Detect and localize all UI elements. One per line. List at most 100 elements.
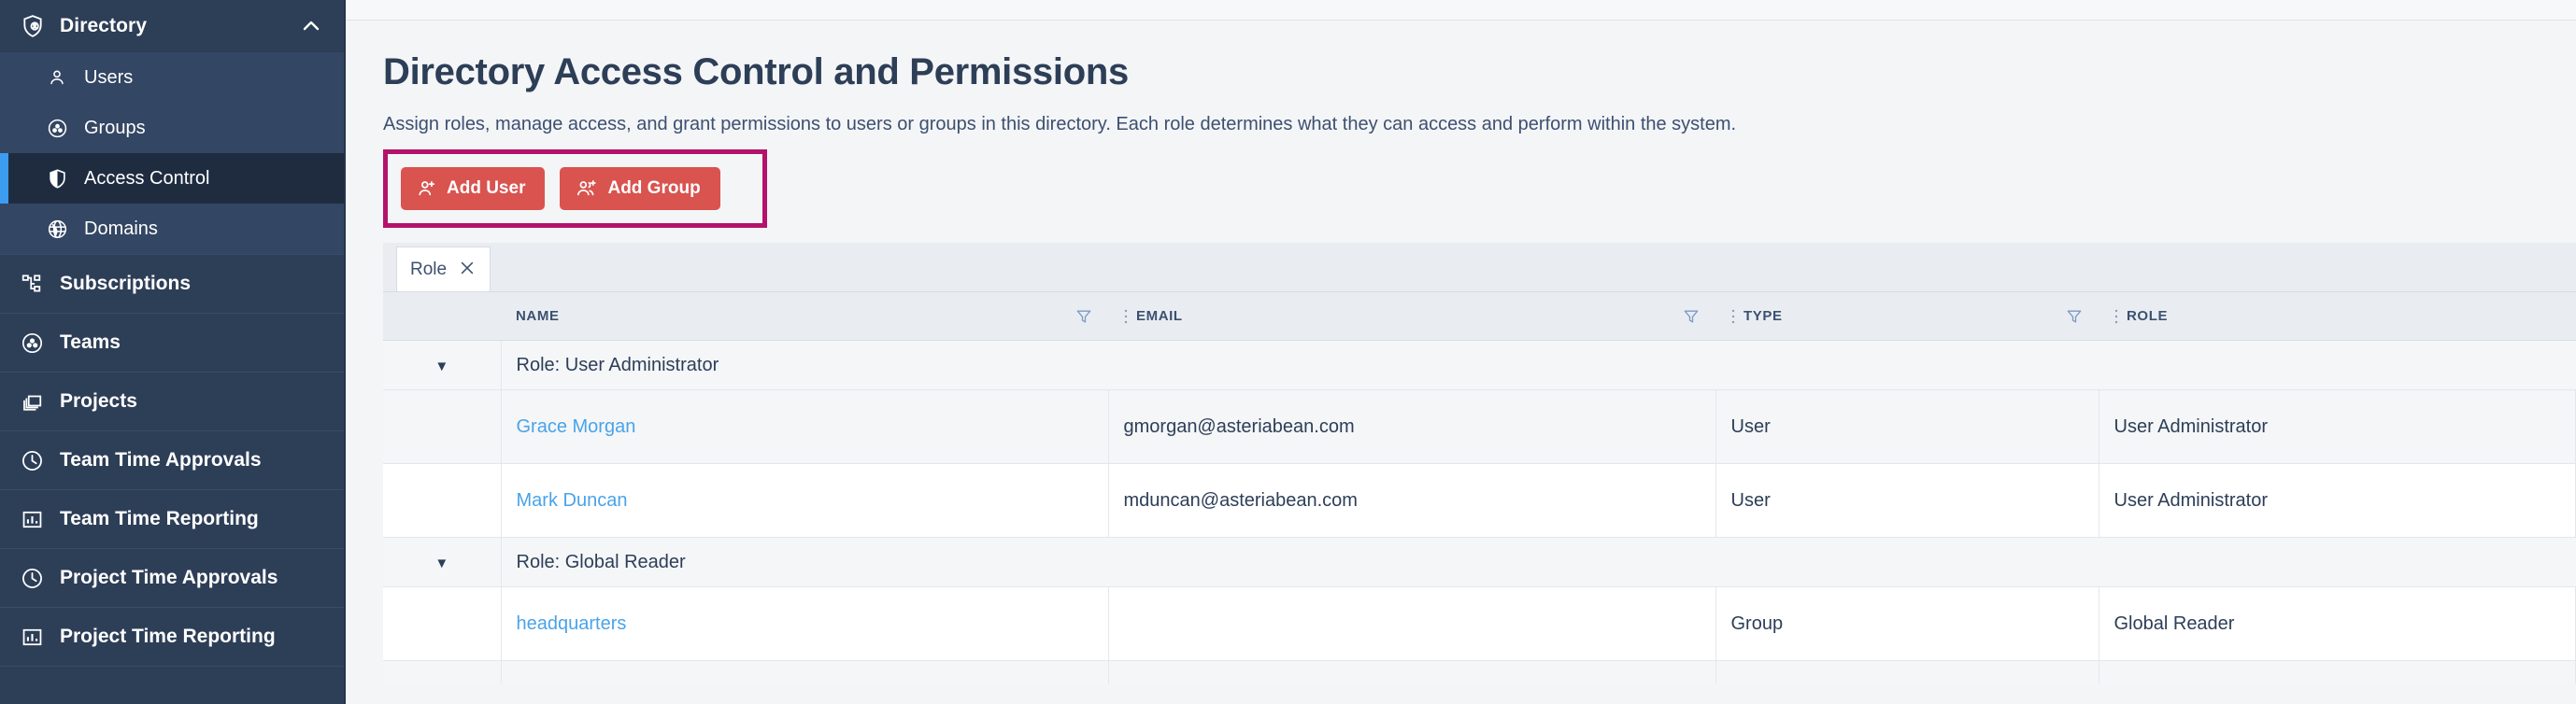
sidebar-item-label: Users <box>84 66 134 88</box>
column-header-select <box>383 291 501 341</box>
drag-handle-icon[interactable] <box>1123 307 1129 326</box>
cell-role <box>2099 660 2576 683</box>
cell-type <box>1715 660 2099 683</box>
row-name-link[interactable]: Grace Morgan <box>517 416 636 437</box>
sidebar-item-label: Domains <box>84 218 158 239</box>
user-icon <box>47 67 77 88</box>
layers-icon <box>21 390 52 414</box>
sidebar-item-teams[interactable]: Teams <box>0 313 346 372</box>
row-select-cell[interactable] <box>383 660 502 683</box>
sidebar-item-domains[interactable]: Domains <box>0 204 346 254</box>
access-control-table: NAME EMAIL TYPE ROLE ▼ Role: User Admini… <box>383 291 2576 683</box>
caret-down-icon[interactable]: ▼ <box>434 359 448 374</box>
column-header-email[interactable]: EMAIL <box>1108 291 1715 341</box>
sidebar-item-team-time-reporting[interactable]: Team Time Reporting <box>0 489 346 548</box>
sidebar-group-directory[interactable]: Directory <box>0 0 346 52</box>
user-circle-icon <box>47 118 77 139</box>
sidebar-item-subscriptions[interactable]: Subscriptions <box>0 254 346 313</box>
bar-chart-icon <box>21 626 52 649</box>
table-group-row[interactable]: ▼ Role: User Administrator <box>383 340 2576 390</box>
funnel-icon[interactable] <box>1075 307 1093 326</box>
cell-role: Global Reader <box>2099 586 2576 661</box>
globe-icon <box>47 218 77 240</box>
add-user-label: Add User <box>447 178 526 198</box>
cell-type: Group <box>1715 586 2099 661</box>
funnel-icon[interactable] <box>1682 307 1701 326</box>
sidebar-item-project-time-approvals[interactable]: Project Time Approvals <box>0 548 346 607</box>
cell-type: User <box>1715 463 2099 538</box>
add-user-button[interactable]: Add User <box>401 167 546 210</box>
top-strip <box>346 0 2576 21</box>
column-header-name[interactable]: NAME <box>501 291 1108 341</box>
cell-role: User Administrator <box>2099 463 2576 538</box>
users-plus-icon <box>576 178 598 199</box>
cell-name: Mark Duncan <box>501 463 1109 538</box>
sidebar-item-label: Groups <box>84 117 146 138</box>
page-title: Directory Access Control and Permissions <box>383 51 1129 92</box>
sitemap-icon <box>21 273 52 296</box>
page-content: Directory Access Control and Permissions… <box>346 51 2576 683</box>
sidebar-item-label: Team Time Approvals <box>60 449 262 471</box>
sidebar-item-projects[interactable]: Projects <box>0 372 346 430</box>
table-row[interactable]: Mark Duncan mduncan@asteriabean.com User… <box>383 463 2576 538</box>
cell-name: Grace Morgan <box>501 389 1109 464</box>
main-content: Directory Access Control and Permissions… <box>346 0 2576 704</box>
row-select-cell[interactable] <box>383 389 502 464</box>
sidebar-item-label: Projects <box>60 390 137 412</box>
cell-email: mduncan@asteriabean.com <box>1108 463 1716 538</box>
table-row-partial[interactable] <box>383 660 2576 683</box>
sidebar: Directory Users Groups Access Control Do… <box>0 0 346 704</box>
cell-type: User <box>1715 389 2099 464</box>
group-label-cell: Role: User Administrator <box>501 340 2576 390</box>
user-plus-icon <box>417 178 437 199</box>
row-select-cell[interactable] <box>383 586 502 661</box>
funnel-icon[interactable] <box>2065 307 2084 326</box>
sidebar-item-label: Team Time Reporting <box>60 508 259 529</box>
table-group-row[interactable]: ▼ Role: Global Reader <box>383 537 2576 587</box>
sidebar-item-label: Project Time Approvals <box>60 567 278 588</box>
row-select-cell[interactable] <box>383 463 502 538</box>
add-group-button[interactable]: Add Group <box>560 167 720 210</box>
column-header-role[interactable]: ROLE <box>2099 291 2576 341</box>
sidebar-item-label: Subscriptions <box>60 273 192 294</box>
cell-email <box>1108 586 1716 661</box>
app-root: Directory Users Groups Access Control Do… <box>0 0 2576 704</box>
chevron-up-icon[interactable] <box>299 14 323 38</box>
table-row[interactable]: Grace Morgan gmorgan@asteriabean.com Use… <box>383 389 2576 464</box>
actions-highlight-box: Add User Add Group <box>383 149 767 228</box>
close-icon[interactable] <box>458 259 477 281</box>
column-label-role: ROLE <box>2127 308 2169 324</box>
sidebar-item-users[interactable]: Users <box>0 52 346 103</box>
group-expand-toggle[interactable]: ▼ <box>383 340 502 390</box>
table-header: NAME EMAIL TYPE ROLE <box>383 291 2576 341</box>
sidebar-subnav: Users Groups Access Control Domains <box>0 52 346 254</box>
group-label: Role: User Administrator <box>516 354 719 375</box>
table-header-row: NAME EMAIL TYPE ROLE <box>383 291 2576 341</box>
sidebar-item-project-time-reporting[interactable]: Project Time Reporting <box>0 607 346 666</box>
column-label-type: TYPE <box>1743 308 1783 324</box>
cell-name <box>501 660 1109 683</box>
caret-down-icon[interactable]: ▼ <box>434 556 448 571</box>
sidebar-item-label: Access Control <box>84 167 210 189</box>
sidebar-item-groups[interactable]: Groups <box>0 103 346 153</box>
column-header-type[interactable]: TYPE <box>1715 291 2099 341</box>
group-label-cell: Role: Global Reader <box>501 537 2576 587</box>
filter-chip-role[interactable]: Role <box>396 246 491 291</box>
action-buttons: Add User Add Group <box>401 167 762 210</box>
sidebar-item-access-control[interactable]: Access Control <box>0 153 346 204</box>
sidebar-divider <box>0 666 346 684</box>
drag-handle-icon[interactable] <box>2113 307 2119 326</box>
sidebar-item-team-time-approvals[interactable]: Team Time Approvals <box>0 430 346 489</box>
drag-handle-icon[interactable] <box>1730 307 1736 326</box>
table-row[interactable]: headquarters Group Global Reader <box>383 586 2576 661</box>
clock-icon <box>21 567 52 590</box>
group-expand-toggle[interactable]: ▼ <box>383 537 502 587</box>
filter-chip-label: Role <box>410 259 448 279</box>
cell-role: User Administrator <box>2099 389 2576 464</box>
filter-chip-bar: Role <box>383 243 2576 291</box>
sidebar-item-label: Teams <box>60 331 121 353</box>
row-name-link[interactable]: Mark Duncan <box>517 490 628 511</box>
user-circle-icon <box>21 331 52 355</box>
cell-email: gmorgan@asteriabean.com <box>1108 389 1716 464</box>
row-name-link[interactable]: headquarters <box>517 613 627 634</box>
